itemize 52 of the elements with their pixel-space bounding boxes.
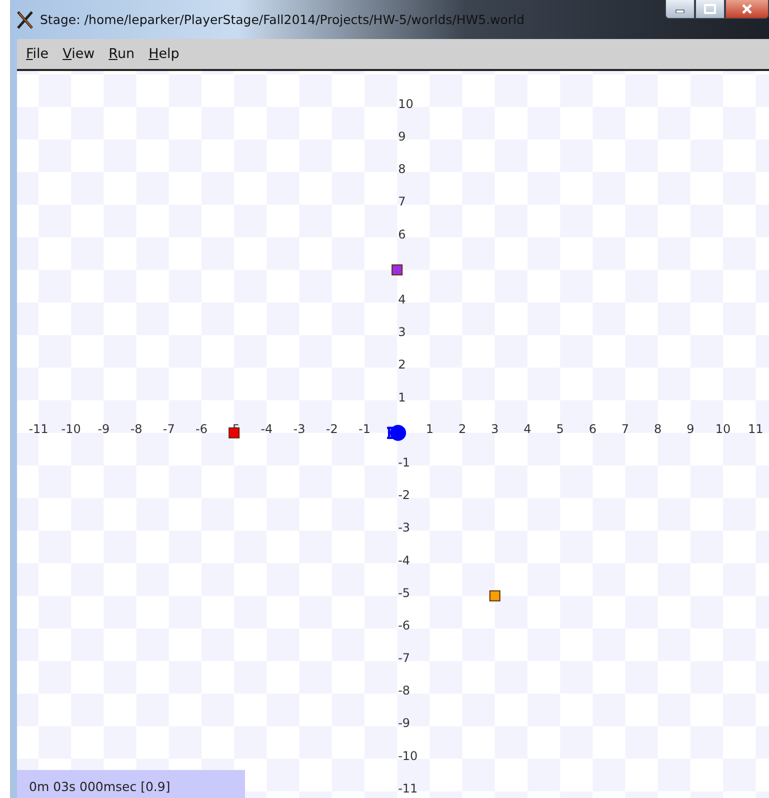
x-axis-label: 9	[686, 422, 694, 436]
x-axis-label: 1	[426, 422, 434, 436]
x-axis-label: 4	[524, 422, 532, 436]
y-axis-label: 1	[398, 390, 406, 404]
y-axis-label: -1	[398, 455, 410, 470]
y-axis-label: -9	[398, 716, 410, 730]
y-axis-label: 3	[398, 325, 406, 340]
x-axis-label: 3	[491, 422, 499, 436]
x-axis-label: 6	[588, 422, 596, 436]
y-axis-label: 2	[398, 358, 406, 372]
x-axis-label: -7	[162, 422, 175, 436]
y-axis-label: -7	[398, 651, 410, 666]
y-axis-label: -3	[398, 520, 410, 535]
x-axis-label: 7	[621, 422, 630, 436]
menu-item[interactable]: Help	[144, 44, 184, 64]
x-axis-label: 5	[556, 422, 564, 436]
x-axis-label: -10	[61, 422, 81, 436]
maximize-button[interactable]	[695, 0, 725, 19]
y-axis-label: 6	[398, 227, 406, 242]
maximize-icon	[704, 4, 716, 14]
x-axis-label: -6	[196, 422, 208, 436]
y-axis-label: 10	[398, 96, 414, 111]
x-axis-label: -4	[260, 422, 273, 436]
x-axis-label: -8	[130, 422, 142, 436]
menu-item[interactable]: File	[21, 44, 54, 64]
x-axis-label: -2	[326, 422, 338, 436]
y-axis-label: 7	[398, 194, 406, 209]
minimize-button[interactable]	[665, 0, 695, 19]
x-axis-label: -9	[98, 422, 110, 436]
x-axis-label: 8	[654, 422, 662, 436]
y-axis-label: -4	[398, 553, 410, 568]
y-axis-label: -5	[398, 586, 410, 600]
x-axis-label: 2	[458, 422, 466, 436]
y-axis-label: -8	[398, 684, 410, 698]
y-axis-label: 4	[398, 292, 406, 306]
x-axis-label: 10	[715, 422, 731, 436]
x-logo-icon	[16, 10, 34, 28]
status-bar: 0m 03s 000msec [0.9]	[17, 770, 245, 798]
menu-item[interactable]: Run	[104, 44, 140, 64]
y-axis-label: -11	[398, 781, 418, 796]
close-icon	[741, 4, 753, 14]
y-axis-label: -2	[398, 488, 410, 502]
x-axis-label: -11	[28, 422, 48, 436]
x-axis-label: -1	[358, 422, 370, 436]
y-axis-label: -10	[398, 748, 418, 763]
y-axis-label: -6	[398, 618, 410, 632]
menu-item[interactable]: View	[58, 44, 100, 64]
close-button[interactable]	[725, 0, 769, 19]
y-axis-label: 9	[398, 130, 406, 144]
x-axis-label: 11	[748, 422, 764, 436]
x-axis-label: -3	[293, 422, 306, 436]
y-axis-label: 8	[398, 162, 406, 176]
